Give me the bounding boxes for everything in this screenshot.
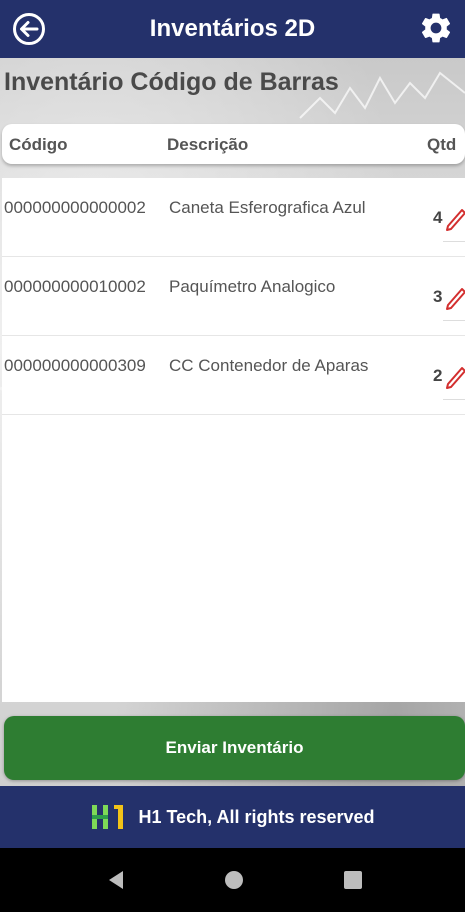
table-row[interactable]: 000000000000002 Caneta Esferografica Azu… xyxy=(2,178,465,257)
inventory-list: 000000000000002 Caneta Esferografica Azu… xyxy=(2,178,465,702)
divider xyxy=(443,320,465,321)
edit-pencil-icon[interactable] xyxy=(443,362,465,390)
nav-recents-icon[interactable] xyxy=(341,868,365,892)
column-header-code: Código xyxy=(9,135,68,154)
back-button[interactable] xyxy=(12,12,46,46)
edit-pencil-icon[interactable] xyxy=(443,283,465,311)
arrow-left-circle-icon xyxy=(13,13,45,45)
table-header: Código Descrição Qtd xyxy=(2,124,465,164)
gear-icon xyxy=(421,13,451,43)
app-header: Inventários 2D xyxy=(0,0,465,58)
column-header-description: Descrição xyxy=(167,135,249,154)
header-title: Inventários 2D xyxy=(149,15,316,42)
nav-home-icon[interactable] xyxy=(222,868,246,892)
row-code: 000000000000002 xyxy=(4,198,146,217)
divider xyxy=(443,399,465,400)
row-description: Paquímetro Analogico xyxy=(169,277,336,296)
h1-tech-logo-icon xyxy=(92,805,124,829)
row-code: 000000000000309 xyxy=(4,356,146,375)
row-description: CC Contenedor de Aparas xyxy=(169,356,369,375)
system-navigation-bar xyxy=(0,848,465,912)
row-qty: 3 xyxy=(433,287,443,306)
footer-text: H1 Tech, All rights reserved xyxy=(138,806,375,827)
send-inventory-button[interactable]: Enviar Inventário xyxy=(4,716,465,780)
footer: H1 Tech, All rights reserved xyxy=(0,786,465,848)
edit-pencil-icon[interactable] xyxy=(443,204,465,232)
table-row[interactable]: 000000000000309 CC Contenedor de Aparas … xyxy=(2,336,465,415)
table-row[interactable]: 000000000010002 Paquímetro Analogico 3 xyxy=(2,257,465,336)
row-code: 000000000010002 xyxy=(4,277,146,296)
divider xyxy=(443,241,465,242)
page-title: Inventário Código de Barras xyxy=(4,68,339,96)
row-qty: 2 xyxy=(433,366,443,385)
row-description: Caneta Esferografica Azul xyxy=(169,198,366,217)
settings-button[interactable] xyxy=(417,9,455,47)
column-header-qty: Qtd xyxy=(427,135,457,154)
row-qty: 4 xyxy=(433,208,443,227)
nav-back-icon[interactable] xyxy=(104,868,128,892)
